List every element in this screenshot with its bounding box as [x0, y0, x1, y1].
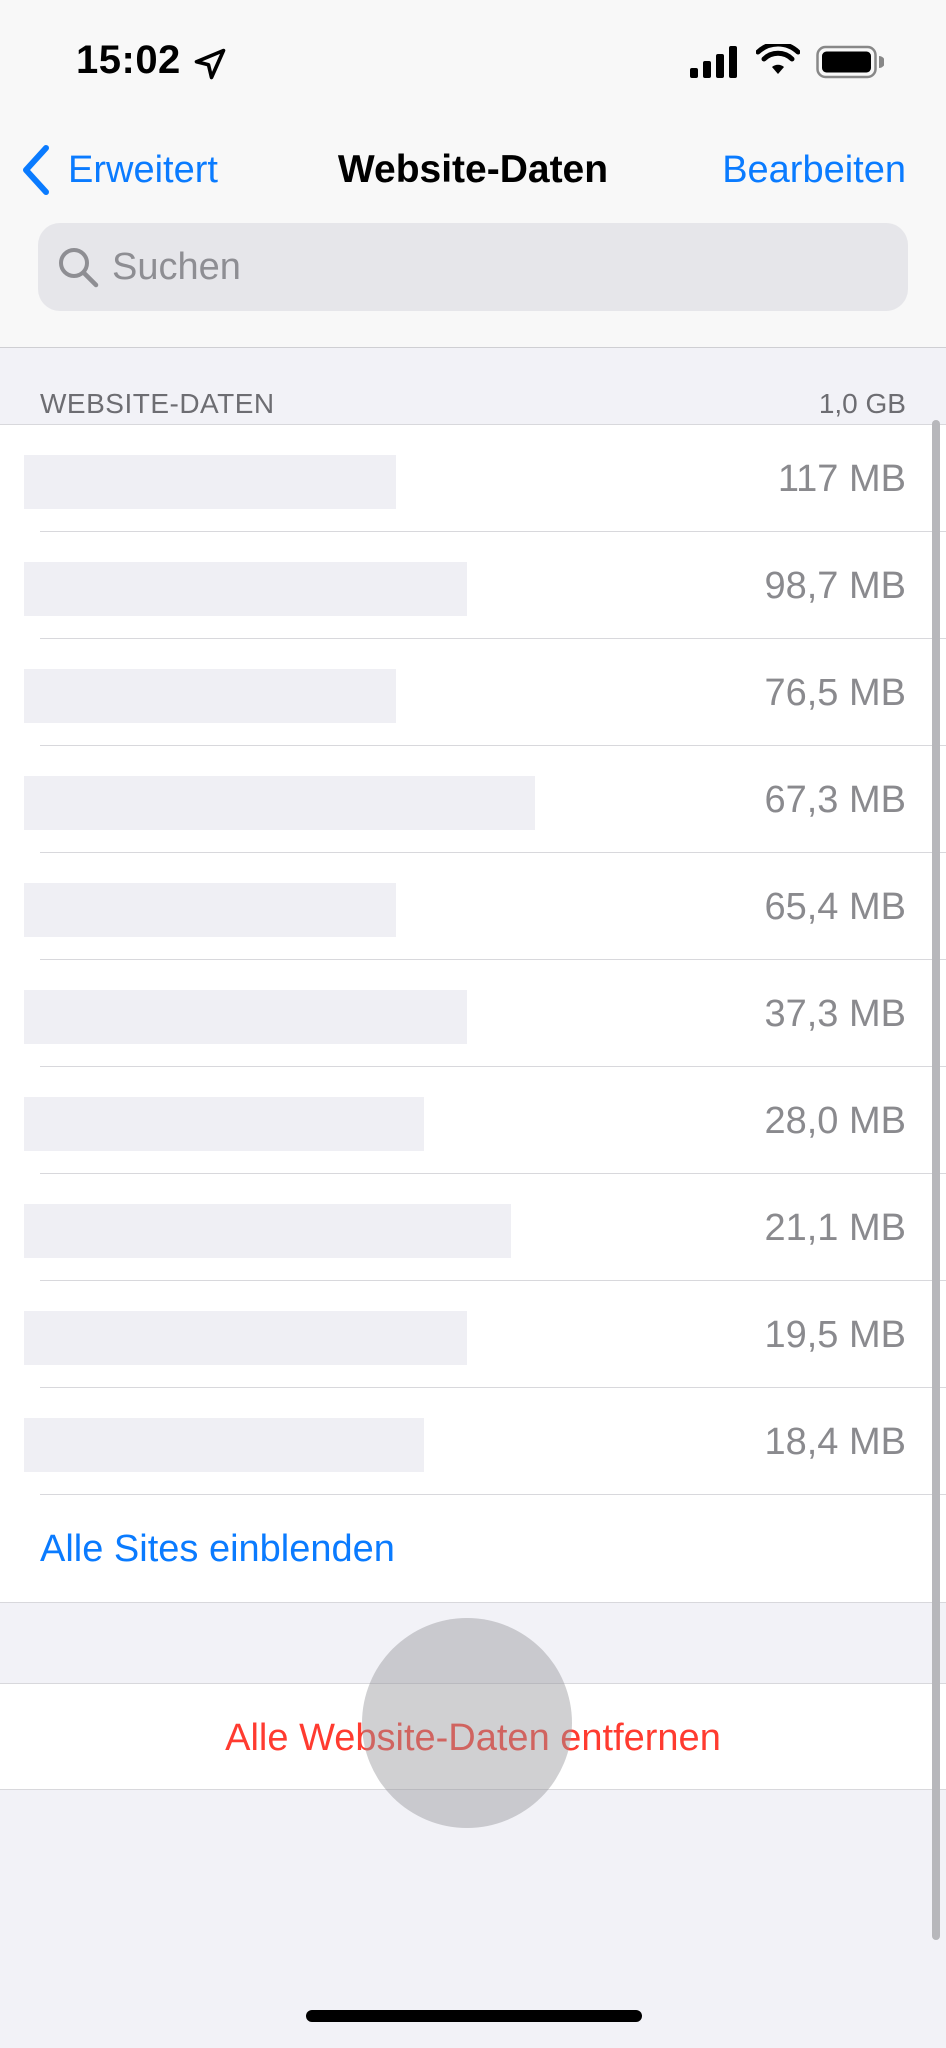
site-name-redacted	[24, 1097, 424, 1151]
show-all-sites-button[interactable]: Alle Sites einblenden	[0, 1495, 946, 1602]
site-name-redacted	[24, 990, 467, 1044]
header: 15:02 Erweitert Website-Daten Bearbeiten…	[0, 0, 946, 348]
site-size: 28,0 MB	[764, 1100, 906, 1142]
list-item[interactable]: 67,3 MB	[0, 746, 946, 853]
site-name-redacted	[24, 669, 396, 723]
site-name-redacted	[24, 1418, 424, 1472]
search-field[interactable]	[38, 223, 908, 311]
home-indicator[interactable]	[306, 2010, 642, 2022]
site-size: 18,4 MB	[764, 1421, 906, 1463]
screen: 15:02 Erweitert Website-Daten Bearbeiten…	[0, 0, 946, 2048]
list-item[interactable]: 117 MB	[0, 425, 946, 532]
site-size: 98,7 MB	[764, 565, 906, 607]
status-bar: 15:02	[0, 0, 946, 120]
section-title: WEBSITE-DATEN	[40, 388, 275, 419]
site-size: 67,3 MB	[764, 779, 906, 821]
site-name-redacted	[24, 455, 396, 509]
list-item[interactable]: 18,4 MB	[0, 1388, 946, 1495]
search-icon	[59, 248, 99, 288]
show-all-sites-label: Alle Sites einblenden	[40, 1528, 395, 1570]
nav-bar: Erweitert Website-Daten Bearbeiten	[0, 120, 946, 220]
signal-icon	[690, 46, 737, 78]
section-header: WEBSITE-DATEN 1,0 GB	[40, 388, 906, 424]
section-total-size: 1,0 GB	[818, 388, 906, 419]
site-size: 65,4 MB	[764, 886, 906, 928]
battery-icon	[816, 45, 884, 79]
site-name-redacted	[24, 883, 396, 937]
website-data-list: 117 MB 98,7 MB 76,5 MB 67,3 MB 65,4 MB 3…	[0, 424, 946, 1603]
wifi-icon	[756, 44, 800, 74]
site-name-redacted	[24, 1204, 511, 1258]
list-item[interactable]: 65,4 MB	[0, 853, 946, 960]
list-item[interactable]: 21,1 MB	[0, 1174, 946, 1281]
site-name-redacted	[24, 776, 535, 830]
list-item[interactable]: 19,5 MB	[0, 1281, 946, 1388]
scrollbar[interactable]	[932, 420, 940, 1940]
list-item[interactable]: 98,7 MB	[0, 532, 946, 639]
list-item[interactable]: 28,0 MB	[0, 1067, 946, 1174]
status-time: 15:02	[76, 38, 181, 82]
site-name-redacted	[24, 562, 467, 616]
site-size: 117 MB	[777, 458, 906, 500]
location-arrow-icon	[194, 48, 226, 80]
list-item[interactable]: 37,3 MB	[0, 960, 946, 1067]
site-size: 76,5 MB	[764, 672, 906, 714]
touch-indicator	[362, 1618, 572, 1828]
site-size: 21,1 MB	[764, 1207, 906, 1249]
edit-button[interactable]: Bearbeiten	[722, 142, 906, 198]
site-name-redacted	[24, 1311, 467, 1365]
list-item[interactable]: 76,5 MB	[0, 639, 946, 746]
site-size: 19,5 MB	[764, 1314, 906, 1356]
site-size: 37,3 MB	[764, 993, 906, 1035]
search-input[interactable]	[112, 245, 872, 289]
